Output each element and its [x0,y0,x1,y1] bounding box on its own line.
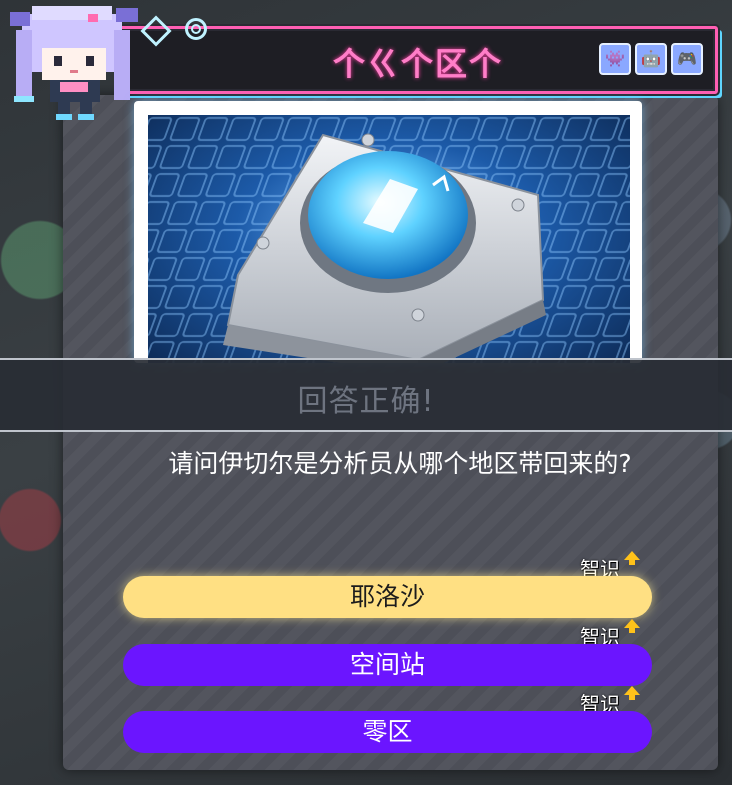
space-invader-icon[interactable]: 👾 [599,43,631,75]
answer-option-1-selected[interactable]: 耶洛沙 [123,576,652,618]
question-image-frame [134,101,642,363]
result-banner: 回答正确! [0,358,732,432]
gamepad-icon[interactable]: 🎮 [671,43,703,75]
answer-option-2[interactable]: 空间站 [123,644,652,686]
quiz-header: 个ㄍ个区个 👾 🤖 🎮 [118,26,718,94]
up-arrow-icon [624,551,640,565]
answer-option-3[interactable]: 零区 [123,711,652,753]
pixel-mascot-avatar [2,0,152,125]
question-text: 请问伊切尔是分析员从哪个地区带回来的? [168,449,632,478]
ring-decoration-icon [185,18,207,40]
header-icon-group: 👾 🤖 🎮 [599,43,703,75]
up-arrow-icon [624,686,640,700]
question-image [148,115,630,363]
result-banner-text: 回答正确! [297,384,435,419]
robot-icon[interactable]: 🤖 [635,43,667,75]
up-arrow-icon [624,619,640,633]
